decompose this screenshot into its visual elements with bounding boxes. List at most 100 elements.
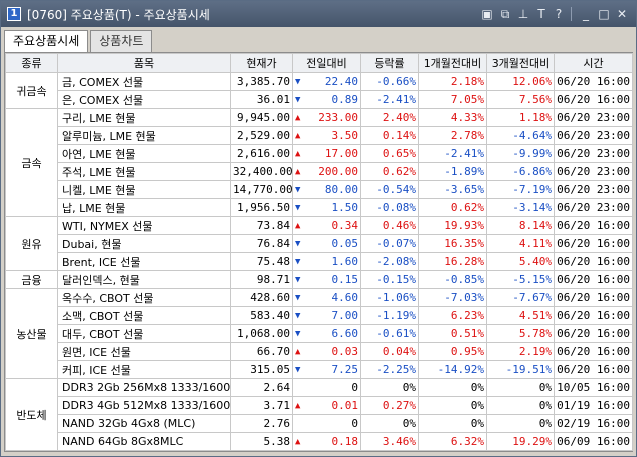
month1-cell: 0.95%: [418, 342, 487, 361]
down-triangle-icon: ▼: [295, 184, 301, 195]
change-value: 17.00: [324, 147, 358, 160]
col-header-rate[interactable]: 등락률: [360, 53, 419, 73]
time-cell: 06/20 23:00: [554, 180, 633, 199]
time-cell: 06/20 23:00: [554, 198, 633, 217]
table-row[interactable]: 반도체 DDR3 2Gb 256Mx8 1333/1600MH 2.64 0 0% 0% 0…: [5, 378, 633, 451]
change-value: 0: [351, 381, 358, 394]
item-name-cell: 알루미늄, LME 현물: [57, 126, 231, 145]
layout-icon[interactable]: ▣: [479, 6, 495, 22]
time-cell: 06/20 16:00: [554, 288, 633, 307]
rate-cell: -0.08%: [360, 198, 419, 217]
table-row[interactable]: NAND 64Gb 8Gx8MLC 5.38 ▲ 0.18 3.46% 6.32% 19.2…: [6, 432, 633, 451]
month1-cell: 16.35%: [418, 234, 487, 253]
change-value: 0.15: [331, 273, 359, 286]
item-name-cell: DDR3 2Gb 256Mx8 1333/1600MH: [57, 378, 231, 397]
item-name-cell: 납, LME 현물: [57, 198, 231, 217]
change-cell: ▲ 200.00: [292, 162, 361, 181]
item-name-cell: 금, COMEX 선물: [57, 72, 231, 91]
change-value: 22.40: [324, 75, 358, 88]
col-header-1month[interactable]: 1개월전대비: [418, 53, 487, 73]
close-icon[interactable]: ✕: [614, 6, 630, 22]
rate-cell: 2.40%: [360, 108, 419, 127]
tool-separator: [571, 7, 572, 21]
tab-main-quotes[interactable]: 주요상품시세: [4, 30, 89, 53]
table-row[interactable]: 니켈, LME 현물 14,770.00 ▼ 80.00 -0.54% -3.65% -7.…: [6, 180, 633, 199]
month1-cell: -1.89%: [418, 162, 487, 181]
down-triangle-icon: ▼: [295, 94, 301, 105]
price-cell: 36.01: [230, 90, 293, 109]
col-header-category[interactable]: 종류: [5, 53, 58, 73]
change-value: 80.00: [324, 183, 358, 196]
change-value: 1.50: [331, 201, 359, 214]
table-row[interactable]: 납, LME 현물 1,956.50 ▼ 1.50 -0.08% 0.62% -3.14% 0…: [6, 198, 633, 217]
font-icon[interactable]: T: [533, 6, 549, 22]
col-header-item[interactable]: 품목: [57, 53, 231, 73]
maximize-icon[interactable]: □: [596, 6, 612, 22]
down-triangle-icon: ▼: [295, 256, 301, 267]
rate-cell: -0.61%: [360, 324, 419, 343]
table-row[interactable]: 커피, ICE 선물 315.05 ▼ 7.25 -2.25% -14.92% -19.51…: [6, 360, 633, 379]
up-triangle-icon: ▲: [295, 130, 301, 141]
change-value: 200.00: [318, 165, 358, 178]
table-row[interactable]: 금속 구리, LME 현물 9,945.00 ▲ 233.00 2.40% 4.33% 1.1…: [5, 108, 633, 217]
item-name-cell: 니켈, LME 현물: [57, 180, 231, 199]
up-triangle-icon: ▲: [295, 220, 301, 231]
col-header-price[interactable]: 현재가: [230, 53, 293, 73]
table-row[interactable]: DDR3 4Gb 512Mx8 1333/1600MH 3.71 ▲ 0.01 0.27…: [6, 396, 633, 415]
change-value: 0.34: [331, 219, 359, 232]
change-cell: ▼ 4.60: [292, 288, 361, 307]
rate-cell: -2.08%: [360, 252, 419, 271]
time-cell: 06/20 23:00: [554, 144, 633, 163]
table-row[interactable]: 대두, CBOT 선물 1,068.00 ▼ 6.60 -0.61% 0.51% 5.78%…: [6, 324, 633, 343]
col-header-change[interactable]: 전일대비: [292, 53, 361, 73]
price-cell: 3.71: [230, 396, 293, 415]
table-row[interactable]: 은, COMEX 선물 36.01 ▼ 0.89 -2.41% 7.05% 7.56% 06/…: [6, 90, 633, 109]
table-row[interactable]: 소맥, CBOT 선물 583.40 ▼ 7.00 -1.19% 6.23% 4.51% 06…: [6, 306, 633, 325]
quote-table-body: 귀금속 금, COMEX 선물 3,385.70 ▼ 22.40 -0.66% 2.18% 1…: [5, 72, 633, 451]
item-name-cell: DDR3 4Gb 512Mx8 1333/1600MH: [57, 396, 231, 415]
table-row[interactable]: NAND 32Gb 4Gx8 (MLC) 2.76 0 0% 0% 0% 02/19 16:…: [6, 414, 633, 433]
price-cell: 1,956.50: [230, 198, 293, 217]
up-triangle-icon: ▲: [295, 112, 301, 123]
table-row[interactable]: 원유 WTI, NYMEX 선물 73.84 ▲ 0.34 0.46% 19.93% 8.14…: [5, 216, 633, 271]
down-triangle-icon: ▼: [295, 274, 301, 285]
up-triangle-icon: ▲: [295, 166, 301, 177]
time-cell: 06/20 16:00: [554, 72, 633, 91]
table-row[interactable]: Brent, ICE 선물 75.48 ▼ 1.60 -2.08% 16.28% 5.40%…: [6, 252, 633, 271]
table-row[interactable]: 알루미늄, LME 현물 2,529.00 ▲ 3.50 0.14% 2.78% -4.64…: [6, 126, 633, 145]
month3-cell: 0%: [486, 396, 555, 415]
col-header-time[interactable]: 시간: [554, 53, 633, 73]
month1-cell: -2.41%: [418, 144, 487, 163]
table-row[interactable]: 귀금속 금, COMEX 선물 3,385.70 ▼ 22.40 -0.66% 2.18% 1…: [5, 72, 633, 109]
title-bar[interactable]: 1 [0760] 주요상품(T) - 주요상품시세 ▣ ⧉ ⊥ T ? _ □ …: [1, 1, 636, 27]
price-cell: 1,068.00: [230, 324, 293, 343]
time-cell: 06/20 23:00: [554, 108, 633, 127]
up-triangle-icon: ▲: [295, 148, 301, 159]
tab-commodity-chart[interactable]: 상품차트: [90, 30, 153, 52]
table-row[interactable]: 금융 달러인덱스, 현물 98.71 ▼ 0.15 -0.15% -0.85% -5.15% 0…: [5, 270, 633, 289]
change-cell: ▼ 0.15: [292, 270, 361, 289]
time-cell: 10/05 16:00: [554, 378, 633, 397]
item-name-cell: 달러인덱스, 현물: [57, 270, 231, 289]
rate-cell: 0.27%: [360, 396, 419, 415]
table-row[interactable]: 주석, LME 현물 32,400.00 ▲ 200.00 0.62% -1.89% -6.…: [6, 162, 633, 181]
month3-cell: 5.40%: [486, 252, 555, 271]
table-row[interactable]: 농산물 옥수수, CBOT 선물 428.60 ▼ 4.60 -1.06% -7.03% -7…: [5, 288, 633, 379]
change-value: 1.60: [331, 255, 359, 268]
help-icon[interactable]: ?: [551, 6, 567, 22]
price-cell: 14,770.00: [230, 180, 293, 199]
month1-cell: 16.28%: [418, 252, 487, 271]
col-header-3month[interactable]: 3개월전대비: [486, 53, 555, 73]
rate-cell: 0.46%: [360, 216, 419, 235]
item-name-cell: NAND 32Gb 4Gx8 (MLC): [57, 414, 231, 433]
table-row[interactable]: 아연, LME 현물 2,616.00 ▲ 17.00 0.65% -2.41% -9.99…: [6, 144, 633, 163]
month1-cell: 7.05%: [418, 90, 487, 109]
change-value: 3.50: [331, 129, 359, 142]
copy-icon[interactable]: ⧉: [497, 6, 513, 22]
change-cell: ▲ 233.00: [292, 108, 361, 127]
pin-icon[interactable]: ⊥: [515, 6, 531, 22]
minimize-icon[interactable]: _: [578, 6, 594, 22]
table-row[interactable]: Dubai, 현물 76.84 ▼ 0.05 -0.07% 16.35% 4.11% 06/2…: [6, 234, 633, 253]
table-row[interactable]: 원면, ICE 선물 66.70 ▲ 0.03 0.04% 0.95% 2.19% 06/20…: [6, 342, 633, 361]
quote-grid[interactable]: 종류 품목 현재가 전일대비 등락률 1개월전대비 3개월전대비 시간 귀금속 금…: [4, 52, 633, 452]
